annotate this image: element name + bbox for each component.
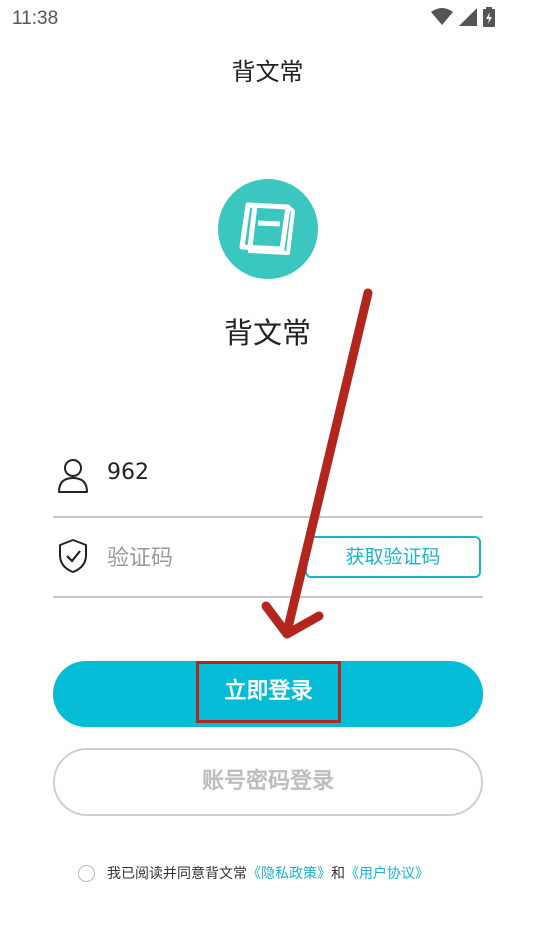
agreement: 我已阅读并同意背文常 《隐私政策》 和 《用户协议》 [78, 860, 429, 886]
agree-checkbox[interactable] [78, 864, 95, 882]
battery-icon [483, 7, 495, 31]
login-button[interactable]: 立即登录 [53, 661, 483, 727]
agreement-and: 和 [331, 866, 345, 882]
login-button-label: 立即登录 [196, 661, 341, 723]
book-icon [239, 202, 295, 255]
phone-input[interactable]: 962 [107, 460, 149, 485]
app-logo [218, 179, 318, 279]
status-time: 11:38 [12, 8, 59, 29]
divider [53, 596, 483, 598]
user-icon [57, 458, 89, 498]
shield-check-icon [57, 538, 89, 578]
user-agreement-link[interactable]: 《用户协议》 [345, 863, 429, 883]
get-code-button[interactable]: 获取验证码 [305, 536, 481, 578]
app-name: 背文常 [223, 316, 311, 350]
wifi-icon [431, 8, 453, 30]
agreement-text: 我已阅读并同意背文常 [107, 866, 247, 882]
page-title: 背文常 [231, 58, 304, 86]
password-login-button[interactable]: 账号密码登录 [53, 748, 483, 816]
code-row: 验证码 获取验证码 [53, 518, 483, 598]
phone-row: 962 [53, 438, 483, 518]
signal-icon [459, 8, 477, 30]
privacy-policy-link[interactable]: 《隐私政策》 [247, 863, 331, 883]
code-input[interactable]: 验证码 [107, 540, 173, 572]
status-icons [431, 7, 495, 31]
status-bar: 11:38 [0, 0, 535, 36]
